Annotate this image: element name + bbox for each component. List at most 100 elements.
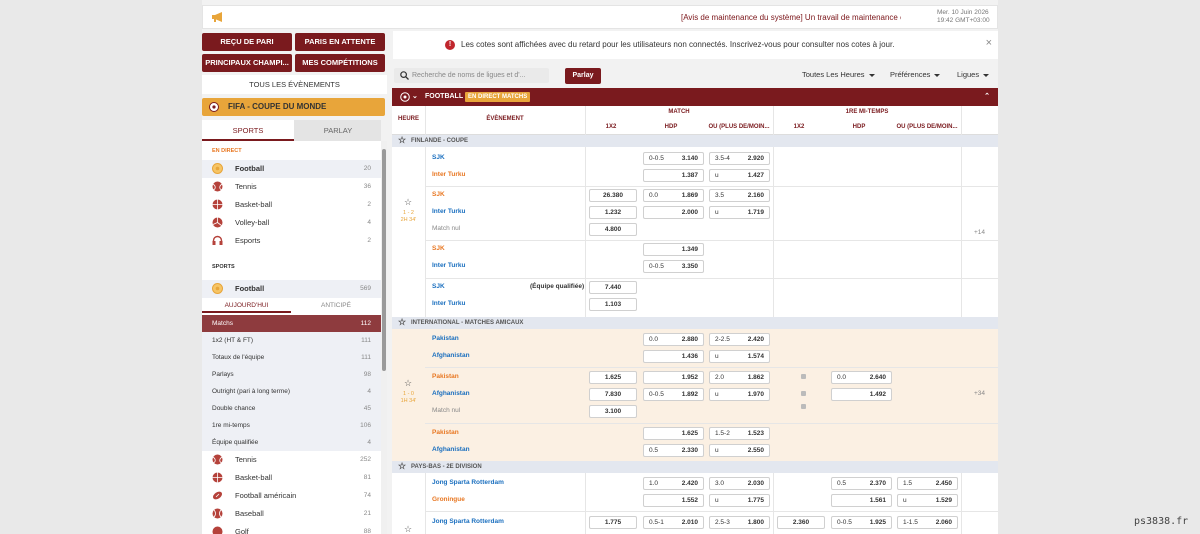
my-competitions-button[interactable]: MES COMPÉTITIONS — [295, 54, 385, 72]
sidebar-item-live-volleyball[interactable]: Volley-ball 4 — [202, 214, 381, 232]
star-icon[interactable]: ☆ — [404, 197, 412, 208]
league-search-input[interactable]: Recherche de noms de ligues et d'... — [394, 68, 549, 83]
odds-button[interactable]: 0-0.5 3.140 — [643, 152, 704, 165]
odds-button[interactable]: 2-2.5 2.420 — [709, 333, 770, 346]
sidebar-item-live-tennis[interactable]: Tennis 36 — [202, 178, 381, 196]
odds-button[interactable]: 26.380 — [589, 189, 637, 202]
sidebar-item-football[interactable]: Football 569 — [202, 280, 381, 298]
tab-parlay[interactable]: PARLAY — [294, 120, 381, 141]
odds-button[interactable]: 2.5-3 1.800 — [709, 516, 770, 529]
close-icon[interactable]: × — [986, 29, 992, 57]
odds-button[interactable]: 4.800 — [589, 223, 637, 236]
tab-today[interactable]: AUJOURD'HUI — [202, 298, 291, 313]
odds-button[interactable]: 0.5 2.370 — [831, 477, 892, 490]
sidebar-item-live-football[interactable]: Football 20 — [202, 160, 381, 178]
odds-button[interactable]: 0-0.5 1.892 — [643, 388, 704, 401]
odds-button[interactable]: 3.5-4 2.920 — [709, 152, 770, 165]
scrollbar-thumb[interactable] — [382, 149, 386, 371]
odds-button[interactable]: 0-0.5 3.350 — [643, 260, 704, 273]
market-item-first-half[interactable]: 1re mi-temps 106 — [202, 417, 381, 434]
odds-button[interactable]: 7.440 — [589, 281, 637, 294]
odds-button[interactable]: 1.0 2.420 — [643, 477, 704, 490]
odds-delay-alert: ! Les cotes sont affichées avec du retar… — [393, 31, 998, 59]
odds-button[interactable]: 1.5-2 1.523 — [709, 427, 770, 440]
more-markets-link[interactable]: +14 — [974, 229, 985, 236]
odds-button[interactable]: 1.349 — [643, 243, 704, 256]
league-header[interactable]: ☆ FINLANDE - COUPE — [392, 135, 998, 147]
sidebar-item-basketball[interactable]: Basket-ball 81 — [202, 469, 381, 487]
bet-receipt-button[interactable]: REÇU DE PARI — [202, 33, 292, 51]
odds-button[interactable]: 0-0.5 1.925 — [831, 516, 892, 529]
odds-button[interactable]: 2.360 — [777, 516, 825, 529]
odds-button[interactable]: 3.100 — [589, 405, 637, 418]
football-live-header[interactable]: ⌄ FOOTBALL EN DIRECT MATCHS ⌃ — [392, 88, 998, 106]
odds-button[interactable]: 2.0 1.862 — [709, 371, 770, 384]
market-item-qualified[interactable]: Équipe qualifiée 4 — [202, 434, 381, 451]
main-championships-button[interactable]: PRINCIPAUX CHAMPI... — [202, 54, 292, 72]
odds-button[interactable]: 1-1.5 2.060 — [897, 516, 958, 529]
odds-button[interactable]: 0.5-1 2.010 — [643, 516, 704, 529]
featured-world-cup[interactable]: FIFA - COUPE DU MONDE — [202, 98, 385, 116]
sidebar-item-baseball[interactable]: Baseball 21 — [202, 505, 381, 523]
odds-button[interactable]: 1.232 — [589, 206, 637, 219]
market-item-parlays[interactable]: Parlays 98 — [202, 366, 381, 383]
odds-button[interactable]: 0.5 2.330 — [643, 444, 704, 457]
odds-button[interactable]: 3.5 2.160 — [709, 189, 770, 202]
market-item-outright[interactable]: Outright (pari à long terme) 4 — [202, 383, 381, 400]
leagues-filter[interactable]: Ligues — [957, 70, 990, 79]
parlay-button[interactable]: Parlay — [565, 68, 601, 84]
tab-upcoming[interactable]: ANTICIPÉ — [291, 298, 381, 313]
golf-ball-icon — [212, 526, 223, 534]
odds-button[interactable]: u 1.719 — [709, 206, 770, 219]
star-icon[interactable]: ☆ — [404, 524, 412, 534]
star-icon[interactable]: ☆ — [404, 378, 412, 389]
odds-button[interactable]: 1.625 — [643, 427, 704, 440]
pending-bets-button[interactable]: PARIS EN ATTENTE — [295, 33, 385, 51]
odds-button[interactable]: 1.103 — [589, 298, 637, 311]
odds-button[interactable]: 1.561 — [831, 494, 892, 507]
odds-button[interactable]: 0.0 1.869 — [643, 189, 704, 202]
odds-button[interactable]: 7.830 — [589, 388, 637, 401]
odds-button[interactable]: 1.552 — [643, 494, 704, 507]
team-home: Pakistan — [432, 335, 459, 342]
odds-button[interactable]: 1.952 — [643, 371, 704, 384]
sidebar-item-golf[interactable]: Golf 88 — [202, 523, 381, 534]
odds-button[interactable]: 0.0 2.880 — [643, 333, 704, 346]
market-item-double-chance[interactable]: Double chance 45 — [202, 400, 381, 417]
collapse-icon[interactable]: ⌃ — [984, 88, 990, 106]
sidebar-item-live-basketball[interactable]: Basket-ball 2 — [202, 196, 381, 214]
team-away: Inter Turku — [432, 171, 466, 178]
sidebar-item-live-esports[interactable]: Esports 2 — [202, 232, 381, 250]
sidebar-item-american-football[interactable]: Football américain 74 — [202, 487, 381, 505]
sidebar-item-tennis[interactable]: Tennis 252 — [202, 451, 381, 469]
tab-sports[interactable]: SPORTS — [202, 120, 294, 141]
odds-button[interactable]: u 1.970 — [709, 388, 770, 401]
odds-button[interactable]: 1.492 — [831, 388, 892, 401]
league-header[interactable]: ☆ INTERNATIONAL - MATCHES AMICAUX — [392, 317, 998, 329]
maintenance-ticker[interactable]: [Avis de maintenance du système] Un trav… — [681, 13, 901, 25]
odds-button[interactable]: 1.625 — [589, 371, 637, 384]
market-item-1x2[interactable]: 1x2 (HT & FT) 111 — [202, 332, 381, 349]
sidebar-scrollbar[interactable] — [381, 141, 387, 534]
odds-button[interactable]: 2.000 — [643, 206, 704, 219]
alert-icon: ! — [445, 40, 455, 50]
preferences-filter[interactable]: Préférences — [890, 70, 941, 79]
odds-button[interactable]: 1.436 — [643, 350, 704, 363]
odds-button[interactable]: 1.5 2.450 — [897, 477, 958, 490]
odds-button[interactable]: u 1.529 — [897, 494, 958, 507]
odds-button[interactable]: 1.387 — [643, 169, 704, 182]
match-clock: 1 - 2 2H 34' — [400, 210, 417, 223]
league-header[interactable]: ☆ PAYS-BAS - 2E DIVISION — [392, 461, 998, 473]
odds-button[interactable]: u 1.427 — [709, 169, 770, 182]
hours-filter[interactable]: Toutes Les Heures — [802, 70, 875, 79]
market-item-matches[interactable]: Matchs 112 — [202, 315, 381, 332]
odds-button[interactable]: u 2.550 — [709, 444, 770, 457]
market-item-team-totals[interactable]: Totaux de l'équipe 111 — [202, 349, 381, 366]
odds-button[interactable]: 1.775 — [589, 516, 637, 529]
all-events-button[interactable]: TOUS LES ÉVÈNEMENTS — [202, 75, 387, 94]
odds-button[interactable]: u 1.775 — [709, 494, 770, 507]
more-markets-link[interactable]: +34 — [974, 390, 985, 397]
odds-button[interactable]: u 1.574 — [709, 350, 770, 363]
odds-button[interactable]: 3.0 2.030 — [709, 477, 770, 490]
odds-button[interactable]: 0.0 2.640 — [831, 371, 892, 384]
